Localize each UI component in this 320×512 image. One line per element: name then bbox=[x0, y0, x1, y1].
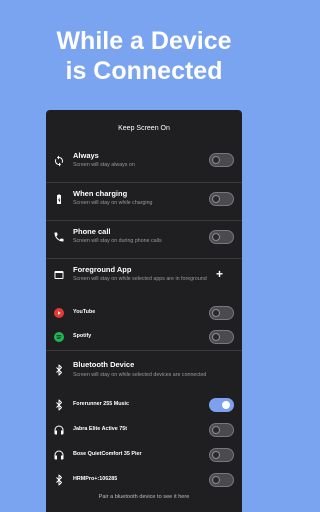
toggle-knob bbox=[212, 476, 220, 484]
toggle-knob bbox=[212, 195, 220, 203]
headline: While a Device is Connected bbox=[0, 26, 288, 86]
bluetooth-icon bbox=[53, 364, 65, 376]
app-name: Spotify bbox=[73, 333, 92, 339]
toggle-knob bbox=[212, 426, 220, 434]
device-row[interactable]: HRMPro+:106285 bbox=[46, 472, 242, 488]
spotify-icon bbox=[53, 331, 65, 343]
spotify-toggle[interactable] bbox=[209, 330, 234, 344]
option-always-subtitle: Screen will stay always on bbox=[73, 162, 135, 168]
option-phone-call[interactable]: Phone call Screen will stay on during ph… bbox=[46, 224, 242, 256]
bluetooth-title: Bluetooth Device bbox=[73, 360, 135, 369]
device-name: HRMPro+:106285 bbox=[73, 476, 118, 482]
app-row-spotify[interactable]: Spotify bbox=[46, 329, 242, 345]
option-charging[interactable]: When charging Screen will stay on while … bbox=[46, 186, 242, 218]
bluetooth-subtitle: Screen will stay on while selected devic… bbox=[73, 372, 207, 378]
toggle-knob bbox=[212, 451, 220, 459]
option-always[interactable]: Always Screen will stay always on bbox=[46, 148, 242, 180]
divider bbox=[46, 350, 242, 351]
option-foreground-subtitle: Screen will stay on while selected apps … bbox=[73, 276, 207, 282]
toggle-knob bbox=[212, 156, 220, 164]
device-name: Forerunner 255 Music bbox=[73, 401, 130, 407]
toggle-knob bbox=[212, 309, 220, 317]
headline-line-2: is Connected bbox=[65, 57, 223, 85]
youtube-toggle[interactable] bbox=[209, 306, 234, 320]
device-row[interactable]: Forerunner 255 Music bbox=[46, 397, 242, 413]
divider bbox=[46, 182, 242, 183]
divider bbox=[46, 258, 242, 259]
phone-screen: Keep Screen On Always Screen will stay a… bbox=[46, 110, 242, 512]
headline-line-1: While a Device bbox=[56, 27, 232, 55]
option-phone-call-subtitle: Screen will stay on during phone calls bbox=[73, 238, 162, 244]
option-charging-subtitle: Screen will stay on while charging bbox=[73, 200, 153, 206]
divider bbox=[46, 220, 242, 221]
toggle-knob bbox=[212, 233, 220, 241]
pair-hint: Pair a bluetooth device to see it here bbox=[98, 494, 190, 500]
device-toggle[interactable] bbox=[209, 423, 234, 437]
bluetooth-icon bbox=[53, 399, 65, 411]
device-toggle[interactable] bbox=[209, 473, 234, 487]
phone-call-toggle[interactable] bbox=[209, 230, 234, 244]
phone-icon bbox=[53, 231, 65, 243]
window-icon bbox=[53, 269, 65, 281]
toggle-knob bbox=[212, 333, 220, 341]
option-always-title: Always bbox=[73, 151, 99, 160]
battery-charging-icon bbox=[53, 193, 65, 205]
option-phone-call-title: Phone call bbox=[73, 227, 111, 236]
option-charging-title: When charging bbox=[73, 189, 128, 198]
toggle-knob bbox=[222, 401, 230, 409]
option-bluetooth-device: Bluetooth Device Screen will stay on whi… bbox=[46, 357, 242, 385]
device-name: Jabra Elite Active 75t bbox=[73, 426, 128, 432]
app-name: YouTube bbox=[73, 309, 96, 315]
youtube-icon bbox=[53, 307, 65, 319]
headphones-icon bbox=[53, 449, 65, 461]
screen-title: Keep Screen On bbox=[118, 125, 170, 132]
app-row-youtube[interactable]: YouTube bbox=[46, 305, 242, 321]
device-row[interactable]: Jabra Elite Active 75t bbox=[46, 422, 242, 438]
device-name: Bose QuietComfort 35 Pier bbox=[73, 451, 142, 457]
device-row[interactable]: Bose QuietComfort 35 Pier bbox=[46, 447, 242, 463]
option-foreground-title: Foreground App bbox=[73, 265, 132, 274]
always-toggle[interactable] bbox=[209, 153, 234, 167]
device-toggle[interactable] bbox=[209, 398, 234, 412]
charging-toggle[interactable] bbox=[209, 192, 234, 206]
add-app-button[interactable]: + bbox=[216, 268, 223, 280]
option-foreground-app: Foreground App Screen will stay on while… bbox=[46, 262, 242, 298]
bluetooth-icon bbox=[53, 474, 65, 486]
sync-icon bbox=[53, 155, 65, 167]
device-toggle[interactable] bbox=[209, 448, 234, 462]
headphones-icon bbox=[53, 424, 65, 436]
